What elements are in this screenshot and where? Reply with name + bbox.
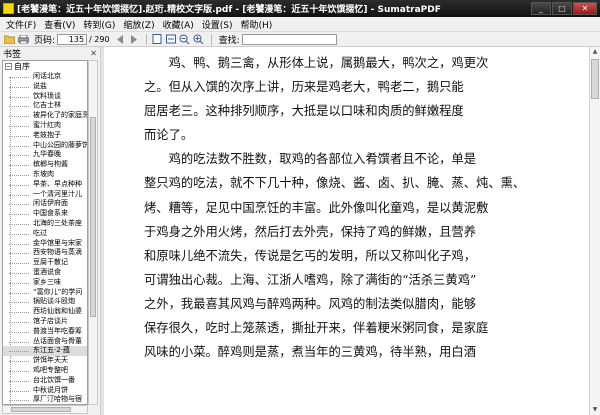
sidebar-vertical-scrollbar[interactable] xyxy=(88,60,98,405)
toolbar-separator xyxy=(145,33,147,45)
bookmark-item[interactable]: 金华馆里与宋家 xyxy=(3,239,87,249)
text-line: 之外，我最喜其风鸡与醉鸡两种。风鸡的制法类似腊肉，能够 xyxy=(144,296,477,311)
text-line: 和原味儿绝不流失，传说是乞丐的发明，所以又称叫化子鸡， xyxy=(144,248,477,263)
print-icon[interactable] xyxy=(17,34,29,45)
bookmark-item[interactable]: 馆子店谈片 xyxy=(3,317,87,327)
bookmark-item[interactable]: 普渡当年吃春筹 xyxy=(3,327,87,337)
zoom-out-icon[interactable] xyxy=(179,34,191,45)
maximize-button[interactable]: □ xyxy=(552,2,572,15)
paragraph: 鸡、鸭、鹅三禽，从形体上说，属鹅最大，鸭次之，鸡更次之。但从入馔的次序上讲，历来… xyxy=(144,51,564,147)
paragraph: 鸡的吃法数不胜数，取鸡的各部位入肴馔者且不论，单是整只鸡的吃法，就不下几十种，像… xyxy=(144,147,564,364)
window-title: [老饕漫笔：近五十年饮馔掇忆].赵珩.精校文字版.pdf - [老饕漫笔：近五十… xyxy=(17,5,441,15)
title-bar: [老饕漫笔：近五十年饮馔掇忆].赵珩.精校文字版.pdf - [老饕漫笔：近五十… xyxy=(0,0,600,17)
bookmark-item[interactable]: 饮料琐谈 xyxy=(3,92,87,102)
zoom-in-icon[interactable] xyxy=(193,34,205,45)
scroll-down-icon[interactable]: ▼ xyxy=(591,405,599,415)
collapse-icon[interactable]: − xyxy=(5,63,12,70)
text-line: 鸡的吃法数不胜数，取鸡的各部位入肴馔者且不论，单是 xyxy=(168,152,477,167)
document-vertical-scrollbar[interactable]: ▲ ▼ xyxy=(589,47,600,415)
page-content: 鸡、鸭、鹅三禽，从形体上说，属鹅最大，鸭次之，鸡更次之。但从入馔的次序上讲，历来… xyxy=(144,51,564,364)
bookmark-item[interactable]: 老妓抱子 xyxy=(3,131,87,141)
minimize-button[interactable]: _ xyxy=(531,2,551,15)
bookmark-item[interactable]: 北海的三处茶座 xyxy=(3,219,87,229)
scroll-up-icon[interactable]: ▲ xyxy=(591,47,599,57)
bookmark-item[interactable]: 饼饵年夭天 xyxy=(3,356,87,366)
bookmark-item[interactable]: 蜜汁红肉 xyxy=(3,121,87,131)
tree-root-label: 自序 xyxy=(14,62,30,71)
page-total: / 290 xyxy=(89,34,110,44)
sidebar-horizontal-scrollbar[interactable] xyxy=(2,405,88,414)
menu-favorites[interactable]: 收藏(A) xyxy=(159,18,198,31)
bookmark-item[interactable]: 西安物语与蒸滴 xyxy=(3,248,87,258)
sidebar-title: 书签 xyxy=(3,50,22,60)
bookmarks-sidebar: 书签 ✕ − 自序 闲话北京说盐饮料琐谈忆吉士林被异化了的家庭烹饪蜜汁红肉老妓抱… xyxy=(0,47,100,415)
sumatra-app-icon xyxy=(3,3,14,14)
fit-width-icon[interactable] xyxy=(165,34,177,45)
bookmark-item[interactable]: 豆腐干散记 xyxy=(3,258,87,268)
bookmarks-tree: − 自序 闲话北京说盐饮料琐谈忆吉士林被异化了的家庭烹饪蜜汁红肉老妓抱子中山公园… xyxy=(2,60,88,405)
bookmark-item[interactable]: 厚厂汀哈物与宿 xyxy=(3,395,87,404)
menu-help[interactable]: 帮助(H) xyxy=(237,18,277,31)
bookmark-item[interactable]: 中国食系来 xyxy=(3,209,87,219)
bookmark-item[interactable]: 忆吉士林 xyxy=(3,101,87,111)
text-line: 保存很久，吃时上笼蒸透，撕扯开来，伴着粳米粥同食，是家庭 xyxy=(144,321,489,336)
text-line: 烤、糟等，足见中国烹饪的丰富。此外像叫化童鸡，是以黄泥敷 xyxy=(144,200,489,215)
document-scroll-thumb[interactable] xyxy=(591,59,599,99)
bookmark-item[interactable]: 西坊仙翁和仙婆 xyxy=(3,307,87,317)
text-line: 之。但从入馔的次序上讲，历来是鸡老大，鸭老二，鹅只能 xyxy=(144,80,464,95)
prev-page-icon[interactable] xyxy=(114,34,126,45)
sidebar-hscroll-thumb[interactable] xyxy=(11,407,71,412)
bookmark-item[interactable]: 闲话伊府面 xyxy=(3,199,87,209)
text-line: 而论了。 xyxy=(144,128,194,143)
window-controls: _ □ ✕ xyxy=(531,2,597,15)
bookmark-item[interactable]: 中秋说月饼 xyxy=(3,386,87,396)
bookmark-item[interactable]: 早茶、早点种种 xyxy=(3,180,87,190)
bookmark-item[interactable]: 槟榔与枸酱 xyxy=(3,160,87,170)
find-label: 查找: xyxy=(218,35,240,46)
toolbar-separator xyxy=(210,33,212,45)
bookmark-item[interactable]: 被异化了的家庭烹饪 xyxy=(3,111,87,121)
bookmark-item[interactable]: 丛话面食与骨董 xyxy=(3,337,87,347)
bookmark-item[interactable]: 蛋酒说食 xyxy=(3,268,87,278)
tree-root-item[interactable]: − 自序 xyxy=(3,61,87,72)
sidebar-scroll-thumb[interactable] xyxy=(90,117,96,317)
close-button[interactable]: ✕ xyxy=(573,2,597,15)
bookmark-item[interactable]: “富你儿”的学问 xyxy=(3,288,87,298)
menu-bar: 文件(F) 查看(V) 转到(G) 缩放(Z) 收藏(A) 设置(S) 帮助(H… xyxy=(0,17,600,32)
menu-goto[interactable]: 转到(G) xyxy=(79,18,119,31)
text-line: 整只鸡的吃法，就不下几十种，像烧、酱、卤、扒、腌、蒸、炖、熏、 xyxy=(144,176,526,191)
sidebar-header: 书签 ✕ xyxy=(0,47,100,60)
bookmark-item[interactable]: 中山公园的藤萝饼 xyxy=(3,141,87,151)
text-line: 风味的小菜。醉鸡则是蒸，煮当年的三黄鸡，待半熟，用白酒 xyxy=(144,345,477,360)
bookmark-item[interactable]: 鸡吧专整吧 xyxy=(3,366,87,376)
bookmark-item[interactable]: 闲话北京 xyxy=(3,72,87,82)
next-page-icon[interactable] xyxy=(128,34,140,45)
find-input[interactable] xyxy=(241,33,337,45)
menu-file[interactable]: 文件(F) xyxy=(2,18,40,31)
bookmark-item[interactable]: 九华春晚 xyxy=(3,150,87,160)
bookmark-item[interactable]: 吃过 xyxy=(3,229,87,239)
document-view[interactable]: 鸡、鸭、鹅三禽，从形体上说，属鹅最大，鸭次之，鸡更次之。但从入馔的次序上讲，历来… xyxy=(104,47,589,415)
page-label: 页码: xyxy=(34,35,56,46)
menu-zoom[interactable]: 缩放(Z) xyxy=(119,18,158,31)
text-line: 鸡、鸭、鹅三禽，从形体上说，属鹅最大，鸭次之，鸡更次 xyxy=(168,56,489,70)
open-icon[interactable] xyxy=(3,34,15,45)
page-number-input[interactable]: 135 xyxy=(57,33,88,45)
bookmark-item[interactable]: 说盐 xyxy=(3,82,87,92)
bookmark-item[interactable]: 锅贴谈斗殴炮 xyxy=(3,297,87,307)
text-line: 可谓独出心裁。上海、江浙人嗜鸡，除了满街的“活杀三黄鸡” xyxy=(144,272,477,287)
bookmark-item[interactable]: 家乡三味 xyxy=(3,278,87,288)
menu-view[interactable]: 查看(V) xyxy=(40,18,79,31)
bookmark-item[interactable]: 一个清河里汁儿 xyxy=(3,190,87,200)
sidebar-close-button[interactable]: ✕ xyxy=(90,49,97,58)
bookmark-item[interactable]: 东坡肉 xyxy=(3,170,87,180)
bookmark-item[interactable]: 东江五·2·蕴 xyxy=(3,346,87,357)
toolbar: 页码: 135 / 290 查找: xyxy=(0,32,600,47)
bookmark-item[interactable]: 台北饮馔一番 xyxy=(3,376,87,386)
menu-settings[interactable]: 设置(S) xyxy=(198,18,237,31)
text-line: 屈居老三。这种排列顺序，大抵是以口味和肉质的鲜嫩程度 xyxy=(144,104,464,119)
text-line: 于鸡身之外用火烤，然后打去外壳，保持了鸡的鲜嫩，且营养 xyxy=(144,224,477,239)
fit-page-icon[interactable] xyxy=(151,34,163,45)
